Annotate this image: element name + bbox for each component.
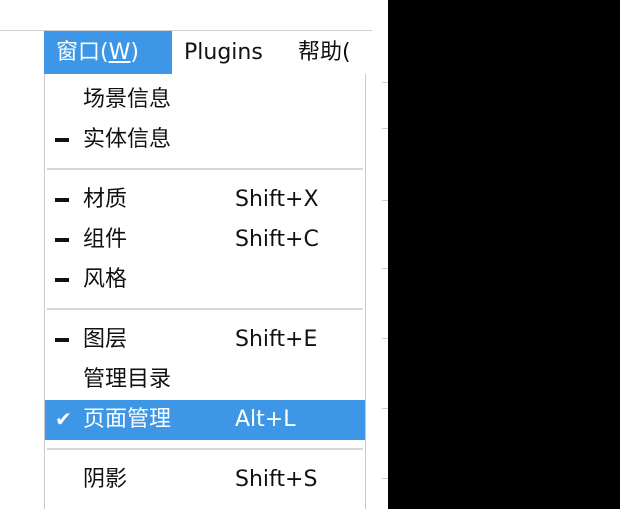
- menu-item-label: 阴影: [83, 467, 128, 492]
- menu-item-layers[interactable]: 图层 Shift+E: [45, 320, 365, 360]
- menu-item-label: 页面管理: [83, 407, 172, 432]
- menu-item-shadows[interactable]: 阴影 Shift+S: [45, 460, 365, 500]
- menu-item-label: 材质: [83, 187, 128, 212]
- menu-item-shortcut: Shift+S: [235, 467, 318, 492]
- menu-item-label: 实体信息: [83, 127, 172, 152]
- dash-mark-icon: [55, 138, 69, 142]
- menu-window-label: 窗口(: [56, 40, 109, 65]
- dash-mark-icon: [55, 278, 69, 282]
- menu-plugins[interactable]: Plugins: [172, 31, 284, 75]
- menu-item-label: 管理目录: [83, 367, 172, 392]
- screenshot-stage: 窗口(W) Plugins 帮助( 场景信息 实体信息 材质 Shift+X 组…: [0, 0, 620, 509]
- menu-window-accelerator: W: [108, 40, 131, 65]
- menu-window-label-end: ): [130, 40, 139, 65]
- menu-item-outliner[interactable]: 管理目录: [45, 360, 365, 400]
- menu-item-materials[interactable]: 材质 Shift+X: [45, 180, 365, 220]
- dash-mark-icon: [55, 198, 69, 202]
- menu-item-scene-info[interactable]: 场景信息: [45, 80, 365, 120]
- menu-window[interactable]: 窗口(W): [44, 31, 172, 75]
- menu-separator: [47, 308, 363, 311]
- menu-separator: [47, 448, 363, 451]
- menu-item-shortcut: Alt+L: [235, 407, 296, 432]
- menu-separator: [47, 168, 363, 171]
- menu-item-label: 风格: [83, 267, 128, 292]
- menu-item-shortcut: Shift+C: [235, 227, 319, 252]
- dark-side-panel: [388, 0, 620, 509]
- menu-item-label: 场景信息: [83, 87, 172, 112]
- menu-item-shortcut: Shift+E: [235, 327, 318, 352]
- menu-item-shortcut: Shift+X: [235, 187, 319, 212]
- menu-item-label: 图层: [83, 327, 128, 352]
- menu-item-components[interactable]: 组件 Shift+C: [45, 220, 365, 260]
- menu-item-styles[interactable]: 风格: [45, 260, 365, 300]
- window-dropdown-menu: 场景信息 实体信息 材质 Shift+X 组件 Shift+C 风格 图层 Sh…: [44, 74, 366, 509]
- dash-mark-icon: [55, 238, 69, 242]
- menu-bar: 窗口(W) Plugins 帮助(: [0, 30, 372, 75]
- menu-item-label: 组件: [83, 227, 128, 252]
- menu-help[interactable]: 帮助(: [290, 31, 372, 75]
- checkmark-icon: ✔: [55, 407, 72, 431]
- dash-mark-icon: [55, 338, 69, 342]
- background-window-edge: [364, 0, 388, 509]
- menu-item-scenes-manager[interactable]: ✔ 页面管理 Alt+L: [45, 400, 365, 440]
- menu-item-entity-info[interactable]: 实体信息: [45, 120, 365, 160]
